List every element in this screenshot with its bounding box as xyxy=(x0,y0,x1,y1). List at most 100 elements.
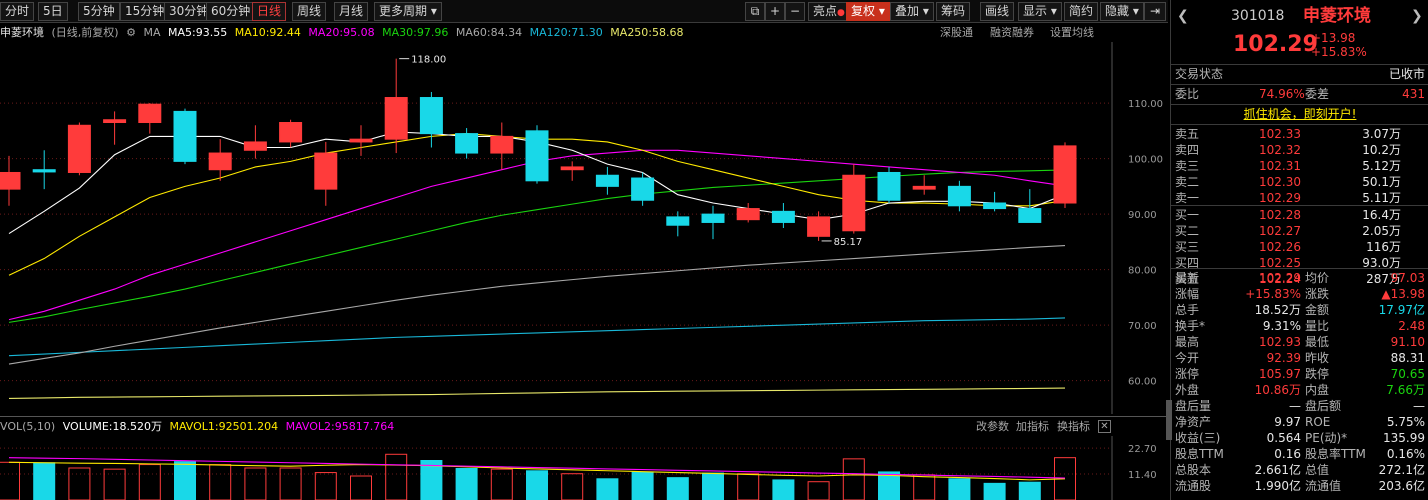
order-diff-value: 431 xyxy=(1402,87,1425,101)
buy-level-label: 买二 xyxy=(1175,224,1200,238)
sell-price: 102.33 xyxy=(1259,127,1301,141)
candle xyxy=(595,166,619,195)
candle xyxy=(771,203,795,228)
candle-body xyxy=(666,216,690,226)
ma120-value: MA120:71.30 xyxy=(529,26,603,39)
ma10-value: MA10:92.44 xyxy=(234,26,301,39)
display-button[interactable]: 显示 ▾ xyxy=(1018,2,1062,21)
candle xyxy=(419,91,443,148)
stat-value: — xyxy=(1289,399,1301,413)
display-label: 显示 xyxy=(1023,4,1048,18)
price-axis: 110.00 100.00 90.00 80.00 70.00 60.00 xyxy=(1128,99,1163,388)
annotation-label: 85.17 xyxy=(834,237,863,248)
sell-row[interactable]: 卖四 102.32 10.2万 xyxy=(1171,142,1428,158)
adjust-rights-button[interactable]: 复权 ▾ xyxy=(846,2,890,21)
period-tab-5day[interactable]: 5日 xyxy=(38,2,68,21)
sell-row[interactable]: 卖一 102.29 5.11万 xyxy=(1171,190,1428,206)
buy-row[interactable]: 买二 102.27 2.05万 xyxy=(1171,223,1428,239)
candle-body xyxy=(208,152,232,171)
candlestick-chart[interactable]: 110.00 100.00 90.00 80.00 70.00 60.00 118.00 8… xyxy=(0,42,1168,414)
period-tab-60min[interactable]: 60分钟 xyxy=(206,2,256,21)
zoom-in-icon[interactable]: + xyxy=(765,2,785,21)
volume-bar xyxy=(385,453,408,500)
stat-value: 10.86万 xyxy=(1254,383,1301,397)
volume-bar xyxy=(842,458,865,500)
volume-bar xyxy=(807,481,830,500)
sell-price: 102.32 xyxy=(1259,143,1301,157)
window-icon[interactable]: ⧉ xyxy=(745,2,765,21)
stat-value: 2.661亿 xyxy=(1254,463,1301,477)
stat-value: 272.1亿 xyxy=(1378,463,1425,477)
period-tab-weekly[interactable]: 周线 xyxy=(292,2,327,21)
period-tab-5min[interactable]: 5分钟 xyxy=(78,2,120,21)
price-tick-label: 70.00 xyxy=(1128,321,1157,332)
sell-row[interactable]: 卖五 102.33 3.07万 xyxy=(1171,126,1428,142)
open-account-link[interactable]: 抓住机会，即刻开户! xyxy=(1171,106,1428,122)
stat-value: 0.16 xyxy=(1274,447,1301,461)
panel-splitter-handle[interactable] xyxy=(1166,400,1172,440)
collapse-panel-icon[interactable]: ⇥ xyxy=(1144,2,1166,21)
candle xyxy=(877,166,901,204)
period-tab-intraday[interactable]: 分时 xyxy=(0,2,35,21)
volume-value: VOLUME:18.520万 xyxy=(62,420,162,433)
volume-bar xyxy=(526,470,548,500)
buy-volume: 2.05万 xyxy=(1362,224,1401,238)
annotation-label: 118.00 xyxy=(411,55,446,66)
volume-bar xyxy=(350,475,372,500)
volume-bar xyxy=(314,472,337,500)
mavol2-value: MAVOL2:95817.764 xyxy=(285,420,395,433)
hide-button[interactable]: 隐藏 ▾ xyxy=(1100,2,1144,21)
buy-row[interactable]: 买一 102.28 16.4万 xyxy=(1171,207,1428,223)
volume-chart[interactable]: 22.70 11.40 xyxy=(0,436,1168,500)
simple-mode-button[interactable]: 简约 xyxy=(1064,2,1099,21)
volume-bar xyxy=(983,482,1006,500)
stat-label: 总值 xyxy=(1305,463,1330,477)
stat-value: 91.10 xyxy=(1390,335,1425,349)
settings-icon[interactable]: ⚙ xyxy=(126,26,136,39)
adjust-rights-label: 复权 xyxy=(851,4,876,18)
period-tab-15min[interactable]: 15分钟 xyxy=(120,2,170,21)
highlights-button[interactable]: 亮点● xyxy=(808,2,850,21)
candle xyxy=(384,58,408,154)
volume-bar xyxy=(279,467,302,500)
buy-level-label: 买三 xyxy=(1175,240,1200,254)
candle-body xyxy=(384,97,408,140)
draw-line-button[interactable]: 画线 xyxy=(980,2,1015,21)
price-tick-label: 100.00 xyxy=(1128,155,1163,166)
sell-row[interactable]: 卖二 102.30 50.1万 xyxy=(1171,174,1428,190)
candle xyxy=(1053,142,1077,209)
candle-body xyxy=(771,210,795,223)
edit-params-link[interactable]: 改参数 xyxy=(976,418,1009,436)
volume-tick-label: 11.40 xyxy=(1128,470,1157,481)
overlay-button[interactable]: 叠加 ▾ xyxy=(890,2,934,21)
stat-label: 最高 xyxy=(1175,335,1200,349)
margin-trading-link[interactable]: 融资融券 xyxy=(990,24,1034,42)
period-tab-daily[interactable]: 日线 xyxy=(252,2,287,21)
candle-body xyxy=(1053,145,1077,204)
hk-connect-link[interactable]: 深股通 xyxy=(940,24,973,42)
ma250-line xyxy=(8,387,1066,400)
ma-settings-link[interactable]: 设置均线 xyxy=(1050,24,1094,42)
sell-level-label: 卖一 xyxy=(1175,191,1200,205)
more-periods-dropdown[interactable]: 更多周期 ▾ xyxy=(374,2,442,21)
zoom-out-icon[interactable]: − xyxy=(785,2,805,21)
buy-row[interactable]: 买三 102.26 116万 xyxy=(1171,239,1428,255)
panel-forward-icon[interactable]: ❯ xyxy=(1411,6,1423,26)
close-panel-icon[interactable]: ✕ xyxy=(1098,420,1111,433)
candle-body xyxy=(595,174,619,187)
candle-body xyxy=(314,152,338,190)
sell-row[interactable]: 卖三 102.31 5.12万 xyxy=(1171,158,1428,174)
volume-bar xyxy=(913,474,936,500)
panel-back-icon[interactable]: ❮ xyxy=(1177,6,1189,26)
open-account-banner[interactable]: 抓住机会，即刻开户! xyxy=(1171,106,1428,122)
switch-indicator-link[interactable]: 换指标 xyxy=(1057,418,1090,436)
chips-button[interactable]: 筹码 xyxy=(936,2,971,21)
period-tab-monthly[interactable]: 月线 xyxy=(334,2,369,21)
stats-row: 最新 102.29 均价 97.03 xyxy=(1171,270,1428,286)
candle xyxy=(67,122,91,176)
stat-value: 92.39 xyxy=(1266,351,1301,365)
add-indicator-link[interactable]: 加指标 xyxy=(1016,418,1049,436)
candle xyxy=(947,180,971,212)
candle-body xyxy=(279,122,303,143)
stat-label: 换手* xyxy=(1175,319,1206,333)
